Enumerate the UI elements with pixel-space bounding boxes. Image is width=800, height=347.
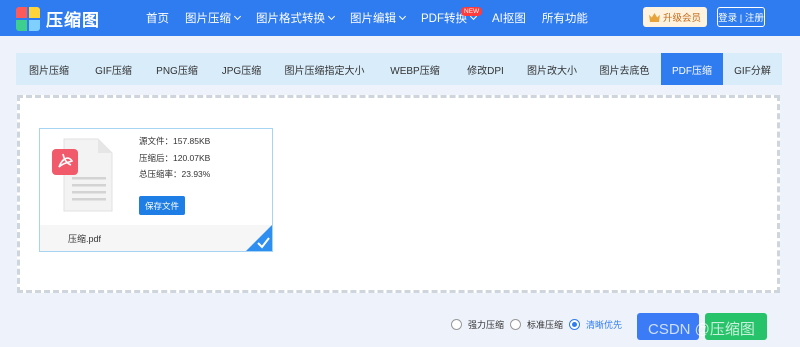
crown-icon — [649, 12, 660, 22]
mode-option-2[interactable]: 清晰优先 — [569, 318, 622, 331]
tab-3[interactable]: JPG压缩 — [209, 53, 274, 85]
tab-6[interactable]: 修改DPI — [455, 53, 516, 85]
login-register-label: 登录 | 注册 — [718, 13, 764, 24]
radio-icon[interactable] — [569, 319, 581, 330]
radio-icon[interactable] — [451, 319, 462, 330]
nav-item-label: 首页 — [146, 13, 169, 25]
nav-item-6[interactable]: 所有功能 — [542, 10, 588, 26]
radio-icon[interactable] — [510, 319, 522, 330]
nav-item-3[interactable]: 图片编辑 — [350, 10, 407, 26]
tab-1[interactable]: GIF压缩 — [82, 53, 145, 85]
tab-10[interactable]: GIF分解 — [723, 53, 782, 85]
chevron-down-icon — [398, 12, 407, 21]
nav-item-2[interactable]: 图片格式转换 — [256, 10, 336, 26]
tab-4[interactable]: 图片压缩指定大小 — [274, 53, 375, 85]
logo-text: 压缩图 — [46, 11, 100, 30]
nav-item-label: AI抠图 — [492, 13, 526, 25]
tab-0[interactable]: 图片压缩 — [16, 53, 82, 85]
save-file-label: 保存文件 — [144, 200, 179, 211]
source-size: 源文件：157.85KB — [139, 136, 211, 146]
nav-item-label: 所有功能 — [541, 13, 588, 25]
new-badge: NEW — [461, 7, 483, 16]
mode-option-label: 清晰优先 — [586, 320, 623, 330]
top-header: 压缩图 首页 图片压缩 图片格式转换 图片编辑 PDF转换 NEW AI抠图 所有功能 升级会… — [0, 0, 800, 36]
nav-item-0[interactable]: 首页 — [146, 10, 169, 26]
tab-8[interactable]: 图片去底色 — [588, 53, 661, 85]
tool-tabs: 图片压缩 GIF压缩 PNG压缩 JPG压缩 图片压缩指定大小 WEBP压缩 修改DPI 图片… — [16, 53, 782, 85]
login-register-button[interactable]: 登录 | 注册 — [717, 7, 765, 27]
file-name: 压缩.pdf — [68, 234, 102, 244]
nav-item-5[interactable]: AI抠图 — [492, 10, 526, 26]
checkmark-icon — [246, 225, 272, 251]
nav-item-4[interactable]: PDF转换 NEW — [421, 7, 483, 26]
upgrade-vip-button[interactable]: 升级会员 — [643, 7, 707, 27]
mode-option-label: 标准压缩 — [527, 320, 564, 330]
nav-item-1[interactable]: 图片压缩 — [185, 10, 242, 26]
upgrade-vip-label: 升级会员 — [662, 13, 701, 24]
compressed-size: 压缩后：120.07KB — [139, 152, 211, 163]
nav-item-label: 图片压缩 — [185, 13, 231, 25]
mode-option-label: 强力压缩 — [468, 320, 505, 330]
tab-9[interactable]: PDF压缩 — [661, 53, 723, 85]
mode-option-1[interactable]: 标准压缩 — [510, 318, 563, 331]
save-file-button[interactable]: 保存文件 — [139, 196, 185, 215]
tab-7[interactable]: 图片改大小 — [516, 53, 588, 85]
chevron-down-icon — [327, 12, 336, 21]
tab-2[interactable]: PNG压缩 — [145, 53, 209, 85]
compression-mode-options: 强力压缩 标准压缩 清晰优先 — [451, 318, 628, 331]
file-info: 源文件：157.85KB 压缩后：120.07KB 总压缩率：23.93% — [139, 133, 210, 183]
tab-5[interactable]: WEBP压缩 — [375, 53, 455, 85]
nav-item-label: 图片编辑 — [350, 13, 396, 25]
chevron-down-icon — [233, 12, 242, 21]
pdf-file-icon — [52, 138, 113, 212]
compression-ratio: 总压缩率：23.93% — [139, 169, 211, 179]
nav-item-label: 图片格式转换 — [256, 13, 325, 25]
mode-option-0[interactable]: 强力压缩 — [451, 318, 504, 331]
logo-icon — [16, 6, 40, 31]
watermark-text: CSDN @压缩图 — [648, 321, 755, 338]
main-nav: 首页 图片压缩 图片格式转换 图片编辑 PDF转换 NEW AI抠图 所有功能 — [146, 0, 604, 36]
file-result-card: 源文件：157.85KB 压缩后：120.07KB 总压缩率：23.93% 保存… — [39, 128, 273, 252]
logo[interactable]: 压缩图 — [16, 6, 100, 31]
